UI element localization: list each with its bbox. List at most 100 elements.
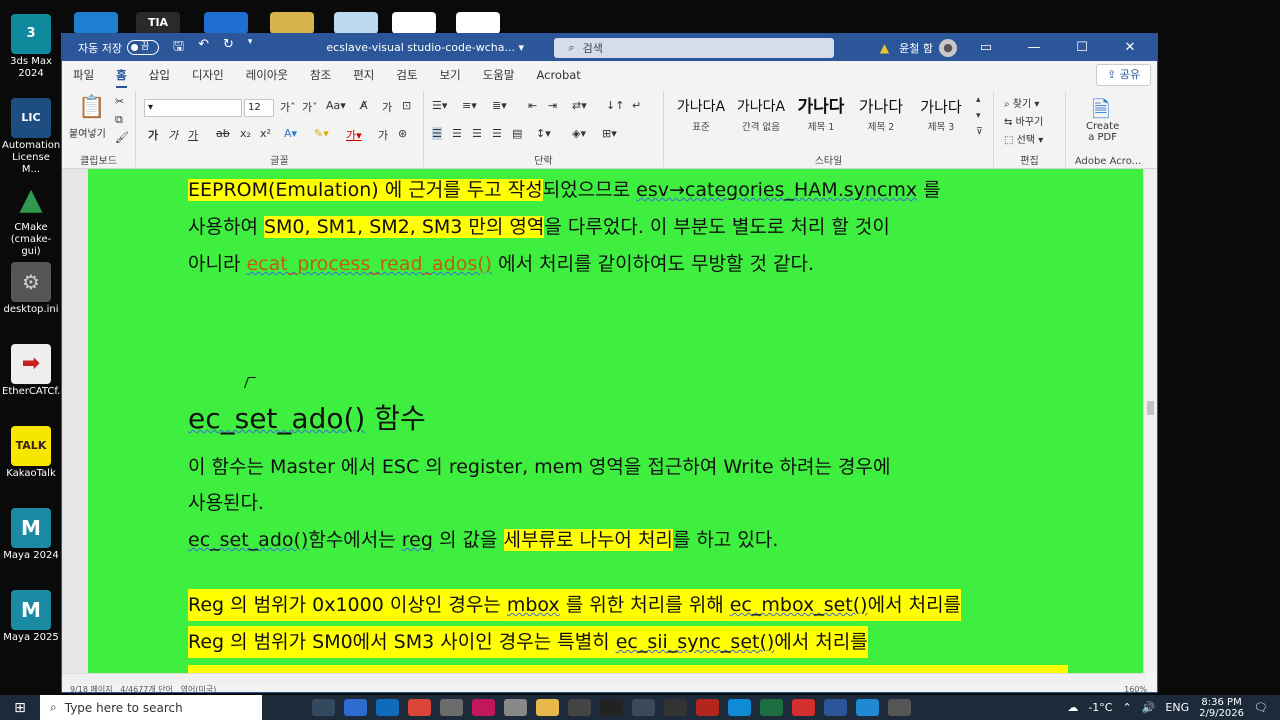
redo-icon[interactable]: ↻: [223, 37, 234, 59]
warning-icon[interactable]: ▲: [880, 41, 889, 55]
tab-view[interactable]: 보기: [440, 67, 461, 83]
italic-button[interactable]: 가: [168, 127, 178, 143]
document-page[interactable]: EEPROM(Emulation) 에 근거를 두고 작성되었으므로 esv→c…: [88, 169, 1144, 673]
highlight-icon[interactable]: ✎▾: [314, 127, 329, 140]
sort-icon[interactable]: ↓↑: [606, 99, 624, 112]
align-right-icon[interactable]: ☰: [472, 127, 482, 140]
justify-icon[interactable]: ☰: [492, 127, 502, 140]
terminal-icon[interactable]: [600, 699, 623, 716]
app19-icon[interactable]: [888, 699, 911, 716]
tab-review[interactable]: 검토: [396, 67, 417, 83]
enclose-characters-icon[interactable]: ⊛: [398, 127, 407, 140]
select-button[interactable]: ⬚ 선택 ▾: [1004, 131, 1043, 146]
app7-icon[interactable]: [504, 699, 527, 716]
clock[interactable]: 8:36 PM 2/9/2026: [1199, 697, 1244, 719]
tia-icon[interactable]: TIA: [136, 12, 180, 34]
top-app-icon[interactable]: [334, 12, 378, 34]
style-no-spacing[interactable]: 가나다A 간격 없음: [732, 95, 790, 139]
tab-home[interactable]: 홈: [116, 67, 127, 88]
word-icon[interactable]: [824, 699, 847, 716]
share-button[interactable]: ⇪ 공유: [1096, 64, 1151, 86]
excel-icon[interactable]: [760, 699, 783, 716]
desktop-icon-maya2025[interactable]: M Maya 2025: [2, 590, 60, 644]
chrome-icon[interactable]: [408, 699, 431, 716]
vscode-icon[interactable]: [856, 699, 879, 716]
close-button[interactable]: ✕: [1111, 40, 1149, 55]
start-button[interactable]: ⊞: [0, 700, 40, 716]
top-app-icon[interactable]: [456, 12, 500, 34]
desktop-icon-ethercat[interactable]: ➡ EtherCATCf...: [2, 344, 67, 398]
shading-icon[interactable]: ◈▾: [572, 127, 586, 140]
bullets-icon[interactable]: ☰▾: [432, 99, 447, 112]
top-app-icon[interactable]: [392, 12, 436, 34]
explorer-icon[interactable]: [536, 699, 559, 716]
chatgpt-icon[interactable]: [664, 699, 687, 716]
desktop-icon-maya2024[interactable]: M Maya 2024: [2, 508, 60, 562]
multilevel-list-icon[interactable]: ≣▾: [492, 99, 507, 112]
desktop-icon-kakaotalk[interactable]: TALK KakaoTalk: [2, 426, 60, 480]
bold-button[interactable]: 가: [148, 127, 158, 143]
top-app-icon[interactable]: [270, 12, 314, 34]
underline-button[interactable]: 가: [188, 127, 198, 143]
styles-scroll-up-icon[interactable]: ▴: [976, 95, 981, 105]
status-words[interactable]: 4/4677개 단어: [120, 685, 173, 692]
align-center-icon[interactable]: ☰: [452, 127, 462, 140]
character-shading-icon[interactable]: 가: [378, 127, 388, 143]
document-name[interactable]: ecslave-visual studio-code-wcha... ▾: [326, 41, 524, 54]
character-border-icon[interactable]: ⊡: [402, 99, 411, 112]
font-family-select[interactable]: ▾: [144, 99, 242, 117]
input-language[interactable]: ENG: [1165, 701, 1189, 714]
ribbon-display-icon[interactable]: ▭: [967, 40, 1005, 55]
outlook-icon[interactable]: [376, 699, 399, 716]
font-color-icon[interactable]: 가▾: [346, 127, 362, 143]
document-area[interactable]: EEPROM(Emulation) 에 근거를 두고 작성되었으므로 esv→c…: [62, 169, 1145, 673]
undo-icon[interactable]: ↶: [198, 37, 209, 59]
increase-indent-icon[interactable]: ⇥: [548, 99, 557, 112]
format-painter-icon[interactable]: 🖌: [115, 131, 129, 144]
tab-file[interactable]: 파일: [73, 67, 94, 83]
status-zoom[interactable]: 160%: [1124, 685, 1157, 692]
desktop-icon-3dsmax[interactable]: 3 3ds Max 2024: [2, 14, 60, 80]
change-case-icon[interactable]: Aa▾: [326, 99, 346, 112]
desktop-icon-desktop-ini[interactable]: ⚙ desktop.ini: [2, 262, 60, 316]
tab-layout[interactable]: 레이아웃: [246, 67, 288, 83]
customize-toolbar-icon[interactable]: ▾: [248, 37, 253, 59]
autosave-toggle[interactable]: 끔: [126, 40, 159, 55]
subscript-icon[interactable]: x₂: [240, 127, 251, 140]
vertical-scrollbar[interactable]: [1143, 169, 1157, 673]
app5-icon[interactable]: [440, 699, 463, 716]
tray-chevron-icon[interactable]: ⌃: [1122, 701, 1131, 714]
maximize-button[interactable]: ☐: [1063, 40, 1101, 55]
asian-layout-icon[interactable]: ⇄▾: [572, 99, 587, 112]
status-language[interactable]: 영어(미국): [181, 685, 217, 692]
taskbar-search[interactable]: ⌕ Type here to search: [40, 695, 262, 720]
status-pages[interactable]: 9/18 페이지: [70, 685, 113, 692]
style-normal[interactable]: 가나다A 표준: [672, 95, 730, 139]
tab-mailings[interactable]: 편지: [353, 67, 374, 83]
scroll-thumb[interactable]: [1147, 401, 1154, 415]
desktop-icon-cmake[interactable]: ▲ CMake (cmake-gui): [2, 180, 60, 258]
app9-icon[interactable]: [568, 699, 591, 716]
tab-references[interactable]: 참조: [310, 67, 331, 83]
shrink-font-icon[interactable]: 가ˇ: [302, 99, 318, 115]
paste-button[interactable]: 붙여넣기: [69, 125, 106, 140]
grow-font-icon[interactable]: 가ˆ: [280, 99, 296, 115]
font-size-select[interactable]: 12: [244, 99, 274, 117]
paste-icon[interactable]: 📋: [78, 95, 105, 120]
volume-icon[interactable]: 🔊: [1142, 701, 1156, 714]
ssc-icon[interactable]: [696, 699, 719, 716]
store-icon[interactable]: [344, 699, 367, 716]
borders-icon[interactable]: ⊞▾: [602, 127, 617, 140]
weather-temp[interactable]: -1°C: [1088, 701, 1112, 714]
numbering-icon[interactable]: ≡▾: [462, 99, 477, 112]
search-box[interactable]: ⌕ 검색: [554, 37, 835, 58]
find-button[interactable]: ⌕ 찾기 ▾: [1004, 95, 1039, 110]
app6-icon[interactable]: [472, 699, 495, 716]
acrobat-icon[interactable]: [792, 699, 815, 716]
clear-formatting-icon[interactable]: A̸: [360, 99, 368, 112]
tab-insert[interactable]: 삽입: [149, 67, 170, 83]
create-pdf-button[interactable]: Create a PDF: [1086, 121, 1119, 143]
strikethrough-icon[interactable]: ab: [216, 127, 230, 140]
superscript-icon[interactable]: x²: [260, 127, 271, 140]
horizontal-scrollbar[interactable]: [62, 673, 1145, 685]
